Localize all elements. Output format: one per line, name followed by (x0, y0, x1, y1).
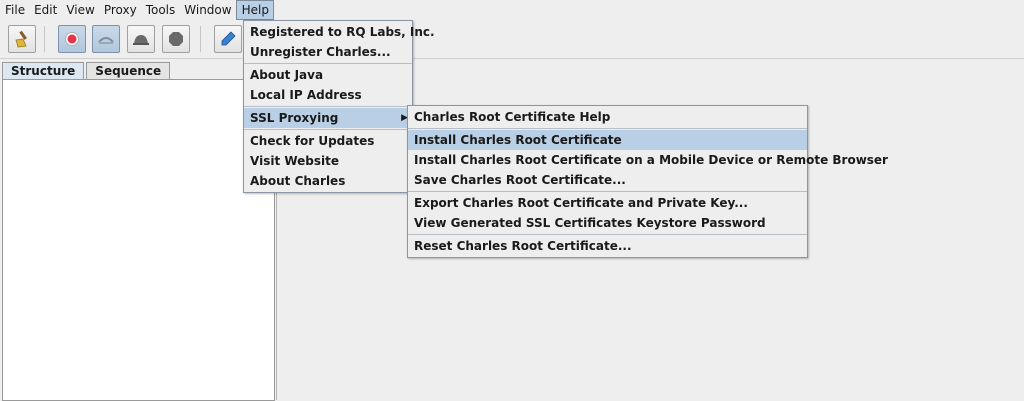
menu-item-install-root-cert[interactable]: Install Charles Root Certificate (408, 130, 807, 150)
menu-item-ssl-proxying[interactable]: SSL Proxying ▶ (244, 108, 412, 128)
stop-button[interactable] (162, 25, 190, 53)
menu-help[interactable]: Help (235, 0, 274, 20)
throttle-button[interactable] (92, 25, 120, 53)
broom-icon (15, 30, 27, 48)
clear-session-button[interactable] (8, 25, 36, 53)
menu-item-about-charles[interactable]: About Charles (244, 171, 412, 191)
menu-edit[interactable]: Edit (29, 0, 61, 20)
tab-structure[interactable]: Structure (2, 62, 85, 80)
stop-icon (169, 32, 183, 46)
breakpoints-button[interactable] (127, 25, 155, 53)
menu-proxy[interactable]: Proxy (99, 0, 141, 20)
menu-separator (244, 129, 412, 130)
menu-separator (244, 106, 412, 107)
menu-item-check-updates[interactable]: Check for Updates (244, 131, 412, 151)
menu-file[interactable]: File (0, 0, 29, 20)
menu-separator (244, 63, 412, 64)
pen-icon (221, 31, 236, 46)
help-menu: Registered to RQ Labs, Inc. Unregister C… (243, 20, 435, 193)
record-button[interactable] (58, 25, 86, 53)
edit-button[interactable] (214, 25, 242, 53)
menu-item-export-root-cert[interactable]: Export Charles Root Certificate and Priv… (408, 193, 807, 213)
menu-item-root-cert-help[interactable]: Charles Root Certificate Help (408, 107, 807, 127)
ssl-proxying-submenu: Charles Root Certificate Help Install Ch… (407, 105, 888, 258)
menu-tools[interactable]: Tools (141, 0, 180, 20)
menu-view[interactable]: View (61, 0, 98, 20)
structure-tree-panel[interactable] (2, 79, 275, 401)
menu-separator (408, 191, 807, 192)
menu-separator (408, 128, 807, 129)
menu-item-view-keystore-password[interactable]: View Generated SSL Certificates Keystore… (408, 213, 807, 233)
menu-item-save-root-cert[interactable]: Save Charles Root Certificate... (408, 170, 807, 190)
toolbar (0, 20, 1024, 59)
menu-separator (408, 234, 807, 235)
menu-item-reset-root-cert[interactable]: Reset Charles Root Certificate... (408, 236, 807, 256)
breakpoint-icon (133, 35, 149, 45)
menu-item-label: SSL Proxying (250, 111, 339, 125)
menu-window[interactable]: Window (179, 0, 235, 20)
menu-item-unregister[interactable]: Unregister Charles... (244, 42, 412, 62)
menu-item-local-ip[interactable]: Local IP Address (244, 85, 412, 105)
menu-bar: File Edit View Proxy Tools Window Help (0, 0, 1024, 20)
record-icon (65, 32, 79, 46)
menu-item-install-root-cert-mobile[interactable]: Install Charles Root Certificate on a Mo… (408, 150, 888, 170)
throttle-icon (98, 37, 114, 44)
tab-sequence[interactable]: Sequence (86, 62, 171, 80)
view-tabs: Structure Sequence (0, 62, 171, 80)
menu-item-visit-website[interactable]: Visit Website (244, 151, 412, 171)
menu-item-about-java[interactable]: About Java (244, 65, 412, 85)
menu-item-registered[interactable]: Registered to RQ Labs, Inc. (244, 22, 435, 42)
